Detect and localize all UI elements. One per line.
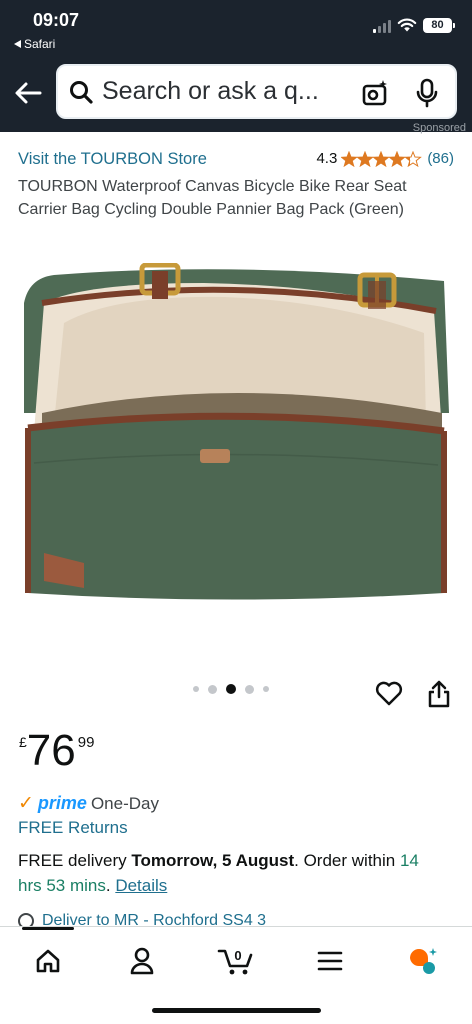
search-input[interactable]: Search or ask a q... [56, 64, 457, 119]
sponsored-label: Sponsored [412, 122, 466, 134]
status-indicators: 80 [373, 18, 455, 33]
wifi-icon [397, 18, 417, 32]
free-returns-link[interactable]: FREE Returns [18, 818, 128, 838]
prime-speed: One-Day [90, 793, 159, 813]
battery-icon: 80 [423, 18, 455, 33]
prime-label: prime [37, 793, 87, 813]
price-currency: £ [19, 734, 27, 750]
carousel-dot[interactable] [193, 686, 199, 692]
nav-active-indicator [22, 927, 74, 930]
nav-cart[interactable]: 0 [210, 941, 262, 981]
search-placeholder: Search or ask a q... [102, 77, 319, 105]
nav-account[interactable] [116, 941, 168, 981]
menu-icon [317, 951, 343, 971]
delivery-prefix: FREE delivery [18, 851, 132, 870]
price: £ 76 99 [19, 728, 94, 774]
delivery-date: Tomorrow, 5 August [131, 851, 295, 870]
details-link[interactable]: Details [115, 876, 167, 895]
delivery-period: . [105, 876, 116, 895]
image-carousel-dots [193, 684, 269, 694]
store-link[interactable]: Visit the TOURBON Store [18, 150, 207, 169]
star-rating-icon [341, 151, 423, 167]
rufus-ai-icon [410, 948, 437, 974]
microphone-icon[interactable] [415, 78, 439, 108]
cart-count: 0 [234, 948, 241, 963]
prime-badge: ✓ prime One-Day [18, 792, 159, 815]
rating-summary[interactable]: 4.3 (86) [316, 150, 454, 167]
status-time: 09:07 [33, 10, 80, 30]
price-fraction: 99 [77, 734, 95, 751]
prime-check-icon: ✓ [18, 793, 34, 814]
search-icon [70, 80, 93, 104]
share-icon[interactable] [427, 680, 451, 708]
rating-value: 4.3 [316, 150, 338, 167]
carousel-dot[interactable] [245, 684, 254, 694]
account-icon [130, 947, 154, 975]
cart-icon: 0 [217, 948, 253, 975]
carousel-dot[interactable] [208, 684, 217, 694]
carousel-dot[interactable] [263, 686, 269, 692]
price-whole: 76 [26, 726, 76, 775]
delivery-order-text: . Order within [294, 851, 400, 870]
nav-home[interactable] [22, 941, 74, 981]
back-to-app[interactable]: Safari [14, 37, 55, 51]
nav-menu[interactable] [304, 941, 356, 981]
camera-search-icon[interactable] [361, 79, 389, 107]
back-app-label: Safari [24, 37, 56, 51]
cell-signal-icon [373, 19, 391, 33]
home-icon [36, 949, 60, 973]
top-bar: 09:07 Safari 80 Search or ask a q... [0, 0, 472, 132]
back-triangle-icon [14, 40, 21, 48]
home-indicator [152, 1008, 321, 1013]
rating-count-link[interactable]: (86) [427, 150, 454, 167]
delivery-message: FREE delivery Tomorrow, 5 August. Order … [18, 848, 438, 898]
product-image[interactable] [24, 263, 449, 606]
back-arrow-icon[interactable] [12, 78, 44, 108]
carousel-dot-active[interactable] [226, 684, 236, 694]
product-title[interactable]: TOURBON Waterproof Canvas Bicycle Bike R… [18, 175, 458, 221]
heart-icon[interactable] [375, 680, 403, 706]
nav-rufus[interactable] [398, 941, 450, 981]
